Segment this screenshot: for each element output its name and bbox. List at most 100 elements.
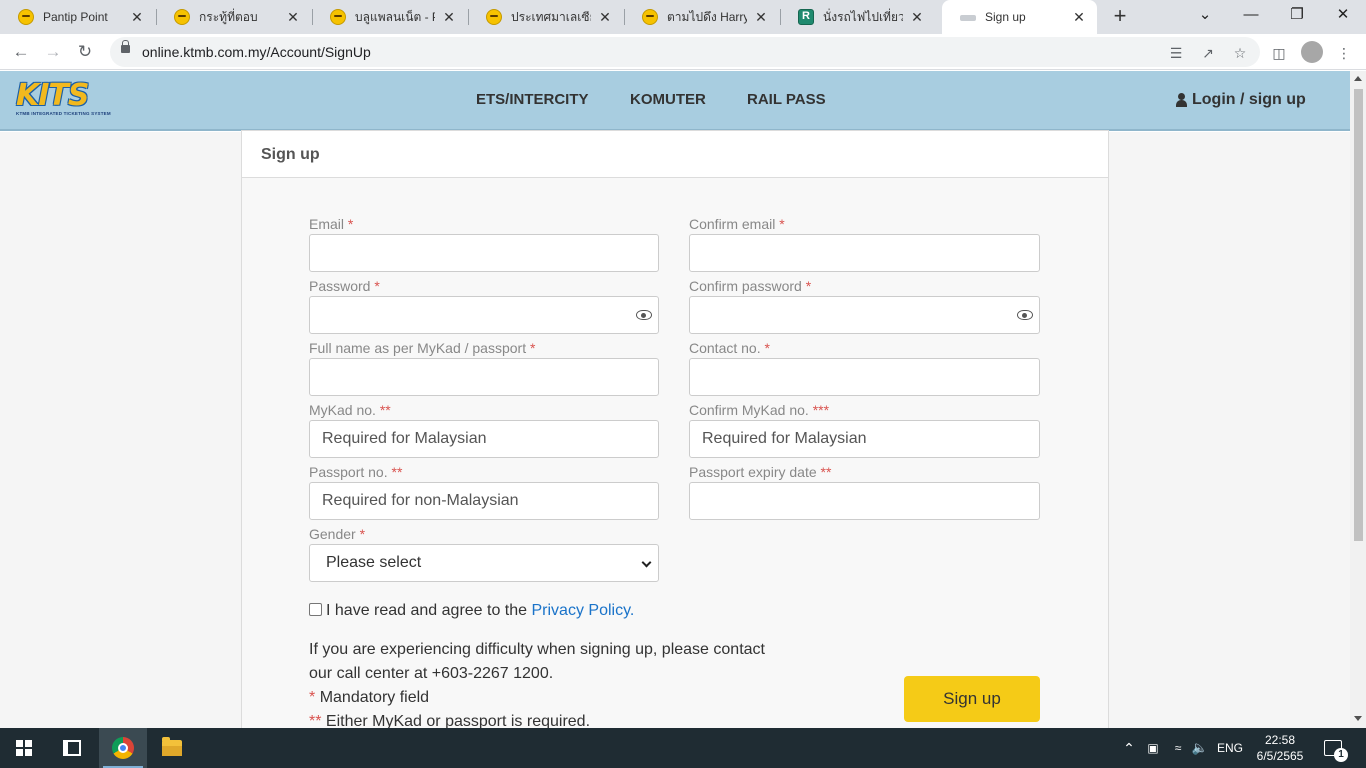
tab-close-icon[interactable]: ✕: [285, 9, 301, 26]
contact-field[interactable]: [689, 358, 1040, 396]
privacy-agree-checkbox[interactable]: [309, 603, 322, 616]
browser-menu-icon[interactable]: ⋮: [1334, 43, 1354, 63]
login-signup-link[interactable]: Login / sign up: [1176, 91, 1306, 109]
nav-rail-pass[interactable]: RAIL PASS: [747, 91, 826, 108]
taskbar-chrome[interactable]: [99, 728, 147, 768]
login-signup-label: Login / sign up: [1192, 91, 1306, 108]
browser-tab[interactable]: ตามไปดึง Harry Po ✕: [624, 0, 779, 34]
gender-label: Gender *: [309, 526, 366, 542]
confirm-mykad-field[interactable]: [689, 420, 1040, 458]
tab-search-button[interactable]: ⌄: [1182, 0, 1228, 34]
back-arrow-icon[interactable]: ←: [8, 39, 34, 65]
taskbar-clock[interactable]: 22:58 6/5/2565: [1252, 732, 1308, 764]
password-field[interactable]: [309, 296, 659, 334]
tab-close-icon[interactable]: ✕: [441, 9, 457, 26]
tab-title: นั่งรถไฟไปเที่ยวปีนัง: [823, 9, 903, 24]
side-panel-icon[interactable]: ◫: [1269, 43, 1289, 63]
windows-logo-icon: [16, 740, 32, 756]
scroll-up-arrow-icon[interactable]: [1354, 76, 1362, 81]
full-name-field[interactable]: [309, 358, 659, 396]
share-icon[interactable]: ↗: [1198, 43, 1218, 63]
password-label: Password *: [309, 278, 380, 294]
site-header: KITS KTMB INTEGRATED TICKETING SYSTEM ET…: [0, 71, 1350, 131]
new-tab-button[interactable]: +: [1108, 5, 1132, 29]
forward-arrow-icon[interactable]: →: [40, 39, 66, 65]
translate-icon[interactable]: ☰: [1166, 43, 1186, 63]
tab-close-icon[interactable]: ✕: [1071, 9, 1087, 26]
show-confirm-password-eye-icon[interactable]: [1017, 310, 1033, 320]
passport-field[interactable]: [309, 482, 659, 520]
browser-tab-active[interactable]: Sign up ✕: [942, 0, 1097, 34]
signup-card: Sign up Email * Confirm email * Password…: [241, 130, 1109, 728]
network-wifi-icon[interactable]: ≈: [1168, 728, 1188, 768]
nav-komuter[interactable]: KOMUTER: [630, 91, 706, 108]
passport-expiry-label: Passport expiry date **: [689, 464, 832, 480]
email-label: Email *: [309, 216, 354, 232]
folder-icon: [162, 737, 182, 756]
tab-title: ตามไปดึง Harry Po: [667, 9, 747, 24]
scrollbar-thumb[interactable]: [1354, 89, 1363, 541]
profile-avatar[interactable]: [1301, 41, 1323, 63]
logo-subtitle: KTMB INTEGRATED TICKETING SYSTEM: [16, 111, 111, 116]
tab-close-icon[interactable]: ✕: [129, 9, 145, 26]
confirm-email-field[interactable]: [689, 234, 1040, 272]
tab-title: บลูแพลนเน็ต - Pant: [355, 9, 435, 24]
input-language[interactable]: ENG: [1214, 728, 1246, 768]
kits-logo[interactable]: KITS KTMB INTEGRATED TICKETING SYSTEM: [16, 81, 116, 118]
mykad-passport-note: ** Either MyKad or passport is required.: [309, 713, 591, 728]
mykad-field[interactable]: [309, 420, 659, 458]
pantip-face-icon: [174, 9, 190, 25]
pantip-face-icon: [330, 9, 346, 25]
pantip-face-icon: [486, 9, 502, 25]
r-app-icon: [798, 9, 814, 25]
tab-title: ประเทศมาเลเซีย - P: [511, 9, 591, 24]
help-line-2: our call center at +603-2267 1200.: [309, 665, 554, 682]
taskbar-file-explorer[interactable]: [148, 728, 196, 768]
nav-ets-intercity[interactable]: ETS/INTERCITY: [476, 91, 589, 108]
show-password-eye-icon[interactable]: [636, 310, 652, 320]
windows-taskbar: ⌃ ▣ ≈ 🔈 ENG 22:58 6/5/2565 1: [0, 728, 1366, 768]
restore-button[interactable]: ❐: [1274, 0, 1320, 34]
tab-title: Sign up: [985, 10, 1026, 24]
browser-tab[interactable]: บลูแพลนเน็ต - Pant ✕: [312, 0, 467, 34]
url-text: online.ktmb.com.my/Account/SignUp: [142, 44, 371, 60]
browser-tab[interactable]: นั่งรถไฟไปเที่ยวปีนัง ✕: [780, 0, 935, 34]
tab-title: Pantip Point: [43, 10, 108, 24]
start-button[interactable]: [0, 728, 48, 768]
minimize-button[interactable]: —: [1228, 0, 1274, 34]
tab-close-icon[interactable]: ✕: [753, 9, 769, 26]
chrome-icon: [112, 737, 134, 759]
notification-badge: 1: [1334, 748, 1348, 762]
privacy-policy-link[interactable]: Privacy Policy.: [532, 602, 635, 619]
bookmark-star-icon[interactable]: ☆: [1230, 43, 1250, 63]
pantip-face-icon: [18, 9, 34, 25]
card-header: Sign up: [242, 131, 1108, 178]
gender-select[interactable]: Please select: [309, 544, 659, 582]
browser-toolbar: ← → ↻ online.ktmb.com.my/Account/SignUp …: [0, 34, 1366, 70]
task-view-icon: [63, 740, 81, 756]
lock-icon: [121, 40, 130, 53]
address-bar[interactable]: online.ktmb.com.my/Account/SignUp ☰ ↗ ☆: [110, 37, 1260, 67]
confirm-password-field[interactable]: [689, 296, 1040, 334]
browser-tab[interactable]: กระทู้ที่ตอบ ✕: [156, 0, 311, 34]
browser-tab[interactable]: Pantip Point ✕: [0, 0, 155, 34]
passport-expiry-field[interactable]: [689, 482, 1040, 520]
help-text: If you are experiencing difficulty when …: [309, 638, 829, 728]
email-field[interactable]: [309, 234, 659, 272]
sign-up-button[interactable]: Sign up: [904, 676, 1040, 722]
tray-chevron-up-icon[interactable]: ⌃: [1120, 728, 1138, 768]
meet-now-icon[interactable]: ▣: [1144, 728, 1162, 768]
tab-close-icon[interactable]: ✕: [597, 9, 613, 26]
tab-close-icon[interactable]: ✕: [909, 9, 925, 26]
task-view-button[interactable]: [48, 728, 96, 768]
passport-label: Passport no. **: [309, 464, 403, 480]
page-scrollbar[interactable]: [1350, 71, 1366, 728]
scroll-down-arrow-icon[interactable]: [1354, 716, 1362, 721]
clock-date: 6/5/2565: [1256, 749, 1304, 763]
reload-icon[interactable]: ↻: [72, 39, 98, 65]
full-name-label: Full name as per MyKad / passport *: [309, 340, 536, 356]
browser-tab[interactable]: ประเทศมาเลเซีย - P ✕: [468, 0, 623, 34]
clock-time: 22:58: [1264, 733, 1296, 747]
close-window-button[interactable]: ✕: [1320, 0, 1366, 34]
volume-icon[interactable]: 🔈: [1190, 728, 1210, 768]
